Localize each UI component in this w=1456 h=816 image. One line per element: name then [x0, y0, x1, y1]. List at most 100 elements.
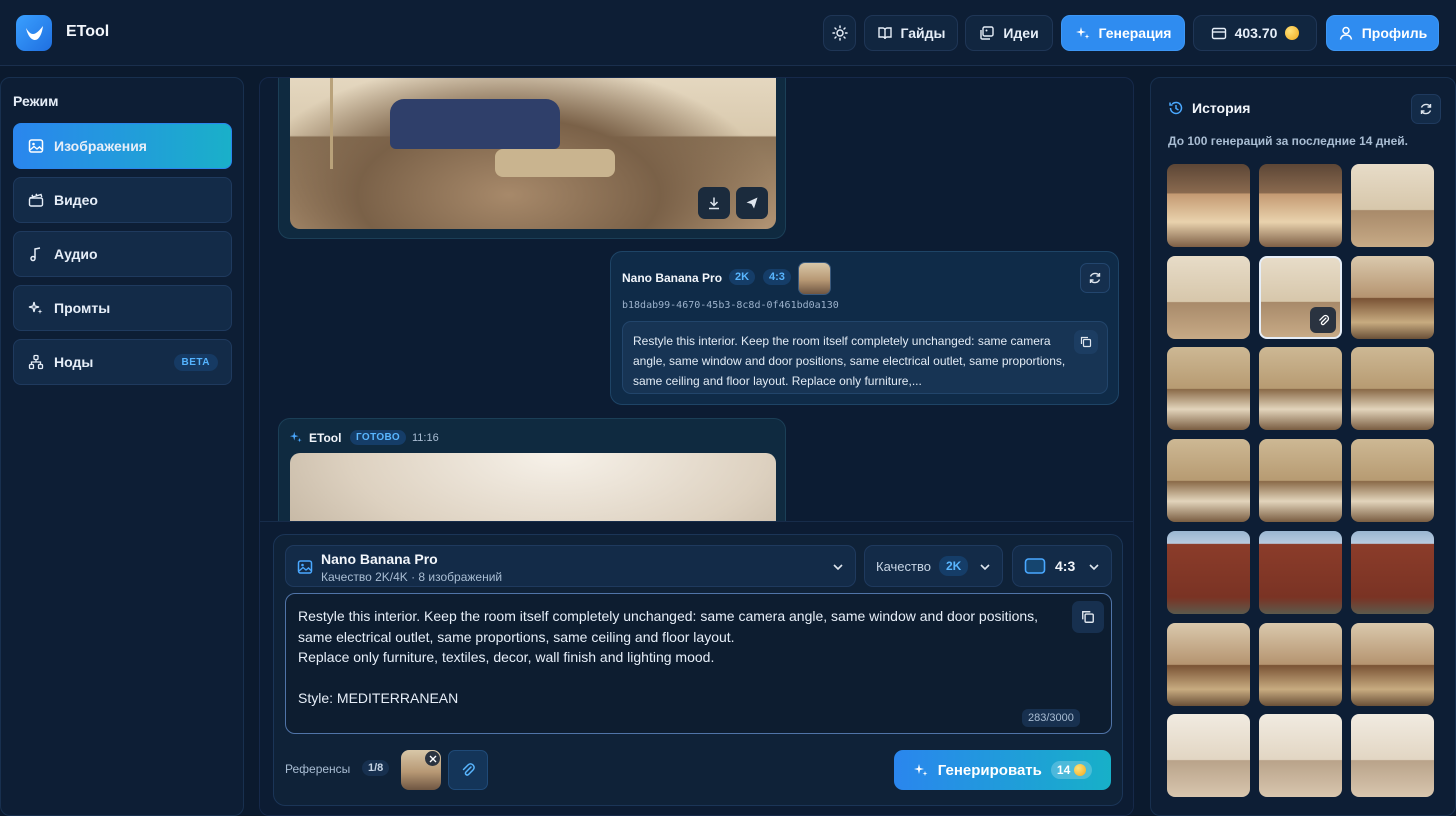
history-thumbnail[interactable] — [1167, 623, 1250, 706]
logo-icon — [26, 26, 43, 40]
history-thumbnail[interactable] — [1167, 256, 1250, 339]
attached-indicator — [1310, 307, 1336, 333]
history-thumbnail[interactable] — [1351, 714, 1434, 797]
sidebar-item-nodes[interactable]: Ноды BETA — [13, 339, 232, 385]
reference-thumbnail[interactable] — [798, 262, 831, 295]
history-subtitle: До 100 генераций за последние 14 дней. — [1168, 134, 1409, 148]
sidebar-item-images[interactable]: Изображения — [13, 123, 232, 169]
request-card: Nano Banana Pro 2K 4:3 b18dab99-4670-45b… — [610, 251, 1119, 405]
history-thumbnail[interactable] — [1259, 714, 1342, 797]
sidebar-item-label: Аудио — [54, 246, 98, 262]
table-shape — [495, 149, 615, 177]
app-logo[interactable] — [16, 15, 52, 51]
copy-prompt-button[interactable] — [1074, 330, 1098, 354]
model-subtitle: Качество 2K/4K · 8 изображений — [321, 570, 503, 584]
history-thumbnail[interactable] — [1167, 531, 1250, 614]
coin-icon — [1074, 764, 1087, 776]
music-note-icon — [30, 247, 41, 262]
sidebar-item-label: Промты — [54, 300, 111, 316]
chat-area[interactable]: Nano Banana Pro 2K 4:3 b18dab99-4670-45b… — [259, 77, 1134, 816]
char-counter: 283/3000 — [1022, 709, 1080, 727]
history-title: История — [1192, 100, 1251, 116]
history-refresh-button[interactable] — [1411, 94, 1441, 124]
profile-button[interactable]: Профиль — [1326, 15, 1439, 51]
chevron-down-icon — [980, 564, 990, 571]
history-icon — [1169, 101, 1183, 115]
sparkles-icon — [913, 764, 928, 776]
quality-value: 2K — [939, 556, 969, 576]
balance-button[interactable]: 403.70 — [1193, 15, 1317, 51]
book-icon — [877, 27, 892, 40]
history-thumbnail[interactable] — [1259, 164, 1342, 247]
beta-badge: BETA — [173, 354, 218, 371]
clapperboard-icon — [28, 193, 44, 207]
history-thumbnail[interactable] — [1351, 623, 1434, 706]
regenerate-button[interactable] — [1080, 263, 1110, 293]
history-thumbnail[interactable] — [1351, 439, 1434, 522]
history-thumbnail[interactable] — [1167, 164, 1250, 247]
history-thumbnail[interactable] — [1167, 347, 1250, 430]
mode-sidebar: Режим Изображения Видео Аудио Промты Нод… — [0, 77, 244, 816]
quality-select[interactable]: Качество 2K — [864, 545, 1003, 587]
download-button[interactable] — [698, 187, 730, 219]
sidebar-item-audio[interactable]: Аудио — [13, 231, 232, 277]
app-title: ETool — [66, 23, 110, 40]
profile-label: Профиль — [1361, 25, 1428, 41]
history-thumbnail[interactable] — [1259, 347, 1342, 430]
history-thumbnail[interactable] — [1259, 439, 1342, 522]
history-panel: История До 100 генераций за последние 14… — [1150, 77, 1456, 816]
generated-image[interactable] — [290, 78, 776, 229]
copy-icon — [1082, 611, 1094, 623]
history-thumbnail[interactable] — [1351, 347, 1434, 430]
reference-thumbnail[interactable] — [401, 750, 441, 790]
model-select[interactable]: Nano Banana Pro Качество 2K/4K · 8 изобр… — [285, 545, 856, 587]
guides-label: Гайды — [900, 25, 946, 41]
wallet-icon — [1211, 27, 1226, 40]
remove-reference-button[interactable] — [425, 751, 440, 766]
share-button[interactable] — [736, 187, 768, 219]
history-thumbnail[interactable] — [1351, 531, 1434, 614]
prompt-textarea[interactable]: Restyle this interior. Keep the room its… — [285, 593, 1112, 734]
top-header: ETool Гайды Идеи Генерация 403.70 Профил… — [0, 0, 1456, 66]
copy-prompt-button[interactable] — [1072, 601, 1104, 633]
composer: Nano Banana Pro Качество 2K/4K · 8 изобр… — [273, 534, 1123, 806]
quality-badge: 2K — [729, 269, 756, 285]
sun-icon — [831, 25, 848, 41]
ideas-button[interactable]: Идеи — [965, 15, 1053, 51]
nodes-icon — [28, 354, 44, 370]
model-name: Nano Banana Pro — [321, 551, 438, 567]
history-thumbnail[interactable] — [1259, 623, 1342, 706]
sidebar-item-label: Изображения — [54, 138, 147, 154]
prompt-text[interactable]: Restyle this interior. Keep the room its… — [298, 606, 1068, 709]
image-icon — [28, 139, 44, 153]
attach-reference-button[interactable] — [448, 750, 488, 790]
previous-response-card — [278, 78, 786, 239]
generation-button[interactable]: Генерация — [1061, 15, 1185, 51]
mode-heading: Режим — [13, 93, 59, 109]
paperclip-icon — [1318, 314, 1329, 325]
history-thumbnail[interactable] — [1351, 164, 1434, 247]
guides-button[interactable]: Гайды — [864, 15, 958, 51]
sparkles-icon — [28, 301, 43, 314]
history-thumbnail-selected[interactable] — [1259, 256, 1342, 339]
ideas-label: Идеи — [1003, 25, 1039, 41]
refresh-icon — [1420, 103, 1432, 115]
generate-button[interactable]: Генерировать 14 — [894, 750, 1111, 790]
sidebar-item-prompts[interactable]: Промты — [13, 285, 232, 331]
send-icon — [746, 197, 758, 209]
references-label: Референсы — [285, 762, 351, 776]
history-thumbnail[interactable] — [1259, 531, 1342, 614]
generate-cost-badge: 14 — [1050, 761, 1093, 779]
sparkles-icon — [289, 431, 302, 443]
chevron-down-icon — [833, 564, 843, 571]
images-icon — [980, 26, 995, 40]
request-id: b18dab99-4670-45b3-8c8d-0f461bd0a130 — [622, 300, 839, 311]
aspect-ratio-select[interactable]: 4:3 — [1012, 545, 1112, 587]
user-icon — [1339, 26, 1352, 40]
history-thumbnail[interactable] — [1167, 439, 1250, 522]
references-count: 1/8 — [362, 760, 390, 776]
history-thumbnail[interactable] — [1351, 256, 1434, 339]
history-thumbnail[interactable] — [1167, 714, 1250, 797]
theme-toggle-button[interactable] — [823, 15, 856, 51]
sidebar-item-video[interactable]: Видео — [13, 177, 232, 223]
